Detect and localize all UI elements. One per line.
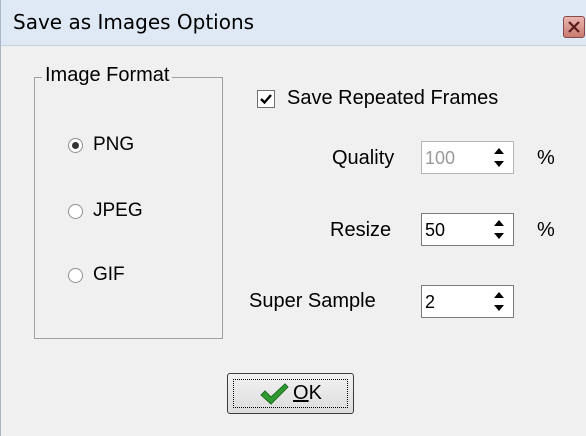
window-title: Save as Images Options	[13, 10, 255, 34]
arrow-up-icon	[494, 220, 504, 226]
arrow-down-icon	[494, 233, 504, 239]
title-bar[interactable]: Save as Images Options	[1, 0, 586, 46]
close-button[interactable]	[563, 16, 585, 38]
ok-button-content: OK	[259, 382, 322, 406]
resize-up-button[interactable]	[488, 217, 510, 229]
radio-label-gif: GIF	[93, 264, 125, 285]
quality-label: Quality	[332, 147, 395, 169]
radio-label-png: PNG	[93, 134, 135, 155]
quality-unit: %	[537, 147, 555, 169]
close-icon	[568, 21, 580, 33]
resize-unit: %	[537, 219, 555, 241]
checkmark-icon	[260, 382, 289, 405]
radio-jpeg[interactable]: JPEG	[68, 200, 143, 222]
arrow-down-icon	[494, 305, 504, 311]
save-as-images-dialog: Save as Images Options Image Format PNG …	[0, 0, 586, 436]
radio-button-gif[interactable]	[68, 267, 83, 283]
ok-button[interactable]: OK	[227, 373, 354, 414]
arrow-up-icon	[494, 148, 504, 154]
image-format-label: Image Format	[42, 64, 173, 87]
resize-stepper[interactable]	[421, 213, 514, 246]
arrow-up-icon	[494, 292, 504, 298]
super-sample-label: Super Sample	[249, 290, 376, 312]
save-repeated-frames-checkbox[interactable]	[257, 89, 275, 108]
radio-label-jpeg: JPEG	[93, 200, 143, 221]
radio-button-png[interactable]	[68, 137, 83, 153]
resize-input[interactable]	[425, 218, 480, 242]
radio-button-jpeg[interactable]	[68, 203, 83, 219]
super-sample-input[interactable]	[425, 290, 480, 314]
save-repeated-frames-label: Save Repeated Frames	[287, 87, 499, 109]
super-sample-up-button[interactable]	[488, 289, 510, 301]
super-sample-down-button[interactable]	[488, 302, 510, 314]
radio-gif[interactable]: GIF	[68, 264, 125, 286]
resize-spin-buttons[interactable]	[488, 217, 510, 242]
checkmark-icon	[260, 93, 272, 104]
quality-up-button[interactable]	[488, 145, 510, 157]
quality-spin-buttons[interactable]	[488, 145, 510, 170]
super-sample-stepper[interactable]	[421, 285, 514, 318]
ok-button-label: OK	[293, 382, 322, 404]
radio-png[interactable]: PNG	[68, 134, 134, 156]
arrow-down-icon	[494, 161, 504, 167]
resize-down-button[interactable]	[488, 230, 510, 242]
quality-input[interactable]	[425, 146, 480, 170]
quality-down-button[interactable]	[488, 158, 510, 170]
resize-label: Resize	[330, 219, 392, 241]
quality-stepper[interactable]	[421, 141, 514, 174]
super-sample-spin-buttons[interactable]	[488, 289, 510, 314]
save-repeated-frames-option[interactable]: Save Repeated Frames	[257, 87, 498, 110]
